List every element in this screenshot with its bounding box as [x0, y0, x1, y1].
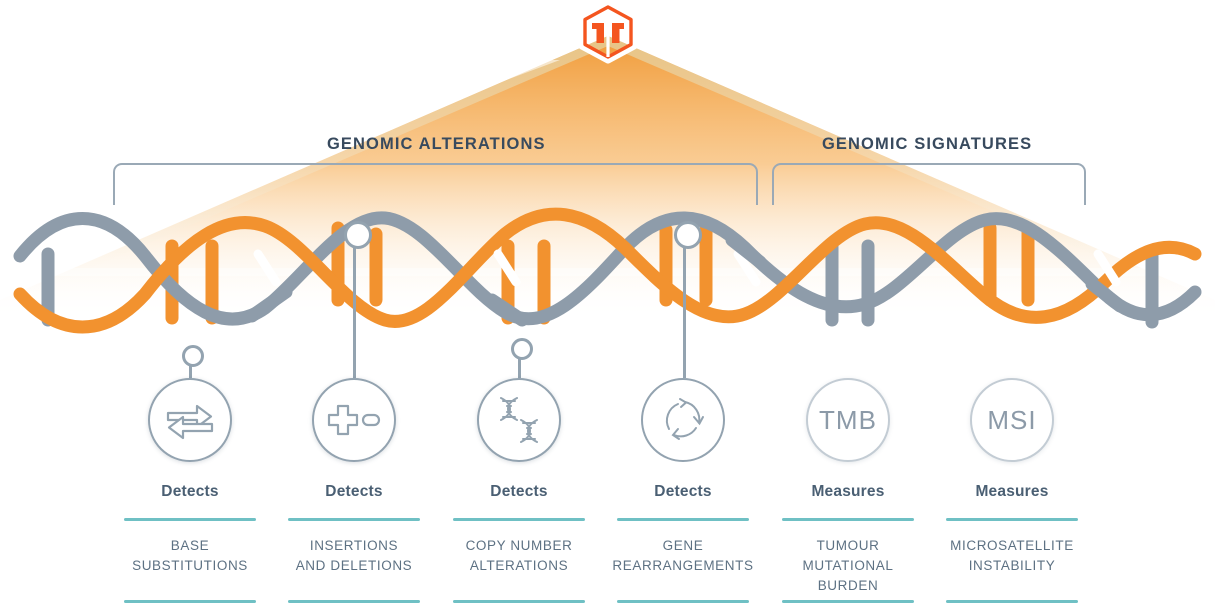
column-copy-number-alterations: Detects COPY NUMBER ALTERATIONS	[443, 483, 595, 576]
column-verb: Detects	[654, 483, 712, 500]
column-divider	[782, 518, 914, 521]
section-title-genomic-signatures: GENOMIC SIGNATURES	[822, 135, 1033, 153]
icon-circle-msi[interactable]: MSI	[970, 378, 1054, 462]
section-title-genomic-alterations: GENOMIC ALTERATIONS	[327, 135, 546, 153]
column-insertions-deletions: Detects INSERTIONS AND DELETIONS	[278, 483, 430, 576]
icon-circle-base-substitutions[interactable]	[148, 378, 232, 462]
infographic-canvas: GENOMIC ALTERATIONS GENOMIC SIGNATURES T…	[0, 0, 1215, 606]
plus-minus-icon	[327, 404, 381, 436]
column-description: INSERTIONS AND DELETIONS	[295, 538, 413, 573]
column-description: TUMOUR MUTATIONAL BURDEN	[802, 538, 894, 593]
column-description: GENE REARRANGEMENTS	[612, 538, 754, 573]
bottom-divider-3	[453, 600, 585, 603]
column-microsatellite-instability: Measures MICROSATELLITE INSTABILITY	[936, 483, 1088, 576]
column-tumour-mutational-burden: Measures TUMOUR MUTATIONAL BURDEN	[772, 483, 924, 596]
bottom-divider-6	[946, 600, 1078, 603]
column-gene-rearrangements: Detects GENE REARRANGEMENTS	[607, 483, 759, 576]
column-verb: Detects	[325, 483, 383, 500]
column-divider	[288, 518, 420, 521]
msi-label: MSI	[987, 404, 1037, 435]
column-description: COPY NUMBER ALTERATIONS	[465, 538, 573, 573]
connector-knob-4	[674, 221, 702, 249]
bottom-divider-4	[617, 600, 749, 603]
column-verb: Detects	[161, 483, 219, 500]
icon-circle-copy-number[interactable]	[477, 378, 561, 462]
bottom-divider-1	[124, 600, 256, 603]
swap-arrows-icon	[166, 404, 214, 440]
bottom-divider-2	[288, 600, 420, 603]
connector-knob-2	[344, 221, 372, 249]
column-verb: Detects	[490, 483, 548, 500]
column-description: MICROSATELLITE INSTABILITY	[950, 538, 1074, 573]
icon-circle-insertions-deletions[interactable]	[312, 378, 396, 462]
connector-knob-1	[182, 345, 204, 367]
column-verb: Measures	[975, 483, 1049, 500]
icon-circle-gene-rearrangements[interactable]	[641, 378, 725, 462]
dna-double-helix-icon	[500, 397, 538, 443]
icon-circle-tmb[interactable]: TMB	[806, 378, 890, 462]
company-hexagon-logo	[578, 2, 638, 64]
column-divider	[946, 518, 1078, 521]
circular-arrows-icon	[665, 398, 704, 440]
connector-knob-3	[511, 338, 533, 360]
column-description: BASE SUBSTITUTIONS	[132, 538, 248, 573]
column-verb: Measures	[811, 483, 885, 500]
column-base-substitutions: Detects BASE SUBSTITUTIONS	[114, 483, 266, 576]
tmb-label: TMB	[819, 404, 877, 435]
bottom-divider-5	[782, 600, 914, 603]
column-divider	[453, 518, 585, 521]
column-divider	[124, 518, 256, 521]
dna-double-helix-illustration	[13, 207, 1202, 334]
connector-line-2	[353, 232, 356, 378]
column-divider	[617, 518, 749, 521]
connector-line-4	[683, 232, 686, 378]
